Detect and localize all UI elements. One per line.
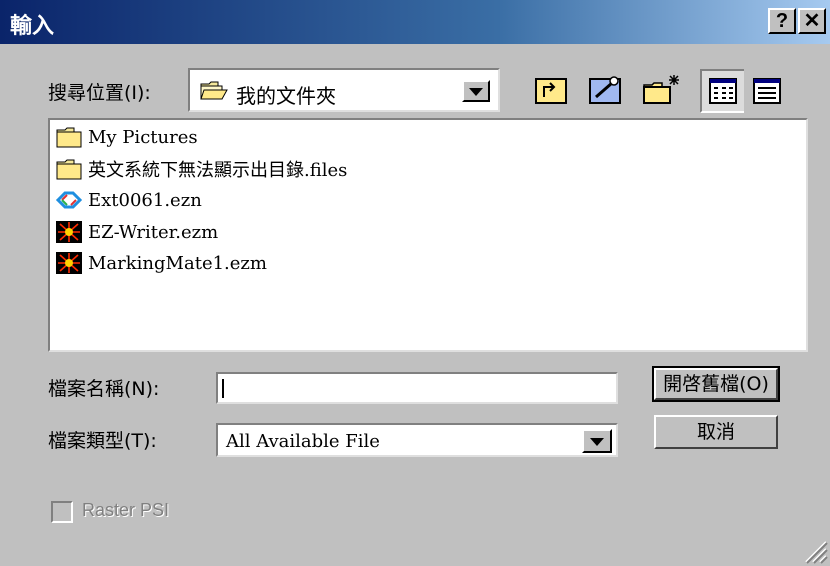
new-folder-icon [643, 75, 679, 104]
file-name: Ext0061.ezn [88, 189, 202, 211]
file-name-label: 檔案名稱(N): [48, 378, 160, 400]
open-folder-icon [200, 81, 228, 100]
file-type-label: 檔案類型(T): [48, 430, 157, 452]
desktop-button[interactable] [582, 69, 628, 113]
raster-psi-checkbox[interactable] [51, 501, 73, 523]
ezm-file-icon [56, 221, 82, 243]
file-name: My Pictures [88, 126, 198, 148]
look-in-dropdown-button[interactable] [462, 80, 490, 102]
open-file-dialog: 輸入 ? ✕ 搜尋位置(I): 我的文件夾 My Pictures 英文系統下無… [0, 0, 830, 566]
file-item-files-folder[interactable]: 英文系統下無法顯示出目錄.files [56, 156, 347, 182]
help-button[interactable]: ? [768, 8, 796, 34]
look-in-label: 搜尋位置(I): [48, 82, 151, 104]
cancel-button[interactable]: 取消 [654, 415, 778, 449]
up-folder-icon [535, 78, 567, 104]
chevron-down-icon [590, 438, 604, 446]
file-list[interactable]: My Pictures 英文系統下無法顯示出目錄.files Ext0061.e… [48, 118, 808, 352]
file-name: 英文系統下無法顯示出目錄.files [88, 160, 348, 181]
ezn-file-icon [56, 191, 82, 209]
desktop-icon [589, 76, 621, 104]
chevron-down-icon [469, 88, 483, 96]
close-button[interactable]: ✕ [798, 8, 826, 34]
resize-grip-icon[interactable] [800, 536, 828, 564]
look-in-value: 我的文件夾 [236, 84, 336, 108]
file-name: MarkingMate1.ezm [88, 252, 267, 274]
window-title: 輸入 [10, 14, 55, 39]
file-type-value: All Available File [226, 431, 380, 452]
file-item-my-pictures[interactable]: My Pictures [56, 124, 198, 150]
list-view-icon [709, 78, 737, 104]
ezm-file-icon [56, 252, 82, 274]
up-one-level-button[interactable] [528, 69, 574, 113]
open-button[interactable]: 開啓舊檔(O) [652, 366, 780, 402]
file-type-combo[interactable]: All Available File [216, 423, 618, 457]
text-cursor [222, 379, 224, 398]
file-name: EZ-Writer.ezm [88, 221, 219, 243]
details-view-icon [753, 78, 781, 104]
raster-psi-label: Raster PSI [82, 500, 170, 520]
title-bar[interactable]: 輸入 ? ✕ [0, 0, 830, 44]
folder-icon [56, 127, 82, 148]
look-in-combo[interactable]: 我的文件夾 [188, 68, 500, 112]
file-item-ez-writer[interactable]: EZ-Writer.ezm [56, 219, 218, 245]
details-view-button[interactable] [744, 69, 790, 113]
list-view-button[interactable] [700, 69, 746, 113]
file-name-input[interactable] [216, 372, 618, 404]
create-new-folder-button[interactable] [638, 69, 684, 113]
file-item-markingmate1[interactable]: MarkingMate1.ezm [56, 250, 267, 276]
file-item-ext0061[interactable]: Ext0061.ezn [56, 187, 202, 213]
folder-icon [56, 159, 82, 180]
file-type-dropdown-button[interactable] [582, 429, 612, 453]
